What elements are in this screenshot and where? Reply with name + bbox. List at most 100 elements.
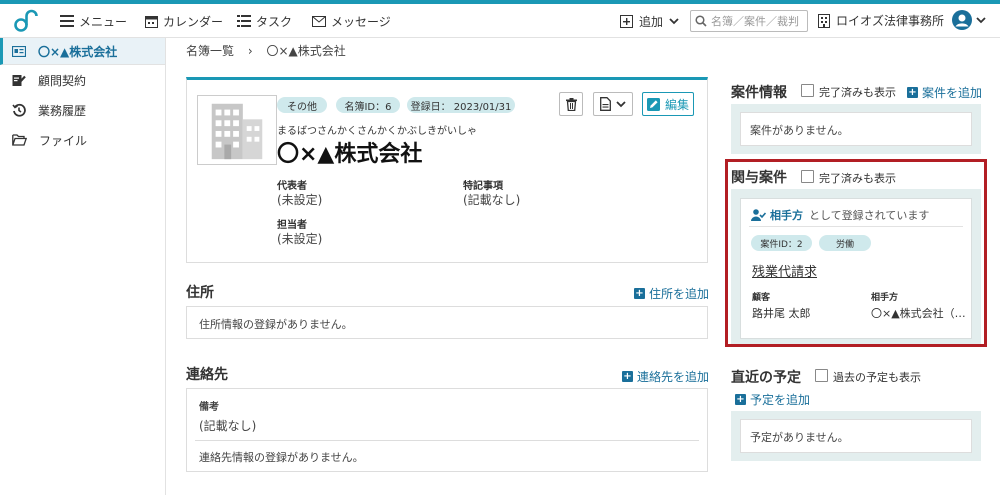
sidebar-item-profile[interactable]: 〇×▲株式会社 [0, 38, 165, 65]
add-schedule-link[interactable]: + 予定を追加 [735, 391, 810, 408]
history-icon [12, 103, 26, 117]
contact-empty-text: 連絡先情報の登録がありません。 [199, 451, 364, 464]
case-name-link[interactable]: 残業代請求 [752, 261, 817, 280]
sidebar-item-files[interactable]: ファイル [0, 125, 165, 155]
cases-panel: 案件がありません。 [731, 104, 981, 154]
message-button[interactable]: メッセージ [312, 12, 391, 30]
building-icon [818, 13, 830, 28]
add-address-link[interactable]: + 住所を追加 [634, 285, 709, 302]
edit-label: 編集 [664, 97, 689, 112]
cases-empty-text: 案件がありません。 [750, 124, 849, 137]
add-case-link[interactable]: + 案件を追加 [907, 84, 982, 101]
sidebar-item-advisory-contract[interactable]: 顧問契約 [0, 65, 165, 95]
schedule-show-past-label: 過去の予定も表示 [833, 371, 921, 384]
calendar-button[interactable]: カレンダー [145, 12, 223, 30]
calendar-icon [145, 15, 158, 28]
id-card-icon [12, 45, 26, 57]
opponent-value: 〇×▲株式会社（… [871, 307, 966, 320]
search-placeholder: 名簿／案件／裁判 [711, 15, 799, 28]
edit-icon [646, 97, 660, 111]
add-contact-label: 連絡先を追加 [637, 370, 710, 384]
schedule-section-title: 直近の予定 [731, 370, 801, 386]
add-address-label: 住所を追加 [649, 287, 710, 301]
related-show-done-label: 完了済みも表示 [819, 172, 896, 185]
chevron-down-icon [669, 18, 679, 25]
envelope-icon [312, 15, 326, 27]
contract-edit-icon [12, 74, 26, 86]
edit-button[interactable]: 編集 [642, 92, 694, 116]
hamburger-icon [60, 15, 74, 27]
contact-memo-label: 備考 [199, 402, 219, 413]
sidebar-item-label: ファイル [39, 133, 88, 148]
menu-label: メニュー [79, 14, 128, 29]
app-logo-icon[interactable] [12, 7, 40, 35]
client-value: 路井尾 太郎 [752, 307, 811, 320]
delete-button[interactable] [559, 92, 583, 116]
cases-section-title: 案件情報 [731, 85, 787, 101]
case-card-divider [749, 226, 963, 227]
firm-selector[interactable]: ロイオズ法律事務所 [818, 12, 944, 29]
notes-value: (記載なし) [463, 193, 521, 207]
profile-card: その他 名簿ID：6 登録日： 2023/01/31 編集 まるばつさんかくさん… [186, 77, 708, 263]
contact-divider [195, 440, 699, 441]
contact-section-title: 連絡先 [186, 367, 228, 383]
category-tag: その他 [277, 97, 327, 113]
contact-memo-value: (記載なし) [199, 419, 257, 433]
menu-button[interactable]: メニュー [60, 12, 127, 30]
plus-icon: + [622, 371, 633, 382]
user-menu[interactable] [952, 10, 986, 30]
add-label: 追加 [639, 14, 664, 29]
chevron-down-icon [976, 17, 986, 24]
message-label: メッセージ [331, 14, 391, 29]
chevron-down-icon [616, 101, 626, 108]
trash-icon [565, 97, 577, 111]
plus-icon: + [907, 87, 918, 98]
company-kana: まるばつさんかくさんかくかぶしきがいしゃ [277, 126, 477, 137]
schedule-empty-box: 予定がありません。 [740, 419, 972, 453]
representative-label: 代表者 [277, 181, 307, 192]
document-icon [600, 97, 611, 111]
related-show-done-checkbox[interactable] [801, 170, 814, 183]
top-navigation-bar: メニュー カレンダー タスク メッセージ 追加 名簿／案件／裁判 ロイオズ法律事… [0, 4, 1000, 38]
case-id-tag: 案件ID：2 [751, 235, 812, 251]
registry-id-tag: 名簿ID：6 [336, 97, 400, 113]
client-label: 顧客 [752, 293, 771, 303]
schedule-empty-text: 予定がありません。 [750, 431, 849, 444]
cases-show-done-checkbox[interactable] [801, 84, 814, 97]
related-case-card[interactable]: 相手方 として登録されています 案件ID：2 労働 残業代請求 顧客 路井尾 太… [740, 198, 972, 339]
user-avatar-icon [952, 10, 972, 30]
task-label: タスク [256, 14, 293, 29]
role-name: 相手方 [770, 209, 803, 222]
sidebar-item-label: 顧問契約 [38, 73, 87, 88]
breadcrumb-separator: › [247, 44, 253, 58]
cases-empty-box: 案件がありません。 [740, 112, 972, 146]
search-input[interactable]: 名簿／案件／裁判 [690, 10, 808, 32]
role-suffix: として登録されています [809, 209, 930, 222]
plus-icon: + [634, 288, 645, 299]
case-category-tag: 労働 [819, 235, 871, 251]
add-contact-link[interactable]: + 連絡先を追加 [622, 368, 709, 385]
related-section-title: 関与案件 [731, 170, 787, 186]
company-name: 〇×▲株式会社 [277, 142, 423, 167]
add-dropdown-button[interactable]: 追加 [620, 11, 679, 31]
sidebar-item-history[interactable]: 業務履歴 [0, 95, 165, 125]
opponent-label: 相手方 [871, 293, 899, 303]
sidebar-item-label: 〇×▲株式会社 [38, 44, 118, 59]
schedule-show-past-checkbox[interactable] [815, 369, 828, 382]
plus-square-icon [620, 14, 633, 28]
plus-icon: + [735, 394, 746, 405]
folder-open-icon [12, 134, 27, 146]
address-empty-text: 住所情報の登録がありません。 [199, 318, 353, 331]
role-line: 相手方 として登録されています [751, 207, 929, 223]
add-schedule-label: 予定を追加 [750, 393, 811, 407]
breadcrumb-root-link[interactable]: 名簿一覧 [186, 44, 234, 58]
document-menu-button[interactable] [593, 92, 633, 116]
address-section-title: 住所 [186, 285, 214, 301]
add-case-label: 案件を追加 [922, 86, 983, 100]
task-button[interactable]: タスク [237, 12, 292, 30]
representative-value: (未設定) [277, 193, 323, 207]
breadcrumb: 名簿一覧 › 〇×▲株式会社 [186, 42, 346, 59]
address-empty-box: 住所情報の登録がありません。 [186, 306, 708, 339]
task-list-icon [237, 15, 251, 27]
cases-show-done-label: 完了済みも表示 [819, 86, 896, 99]
